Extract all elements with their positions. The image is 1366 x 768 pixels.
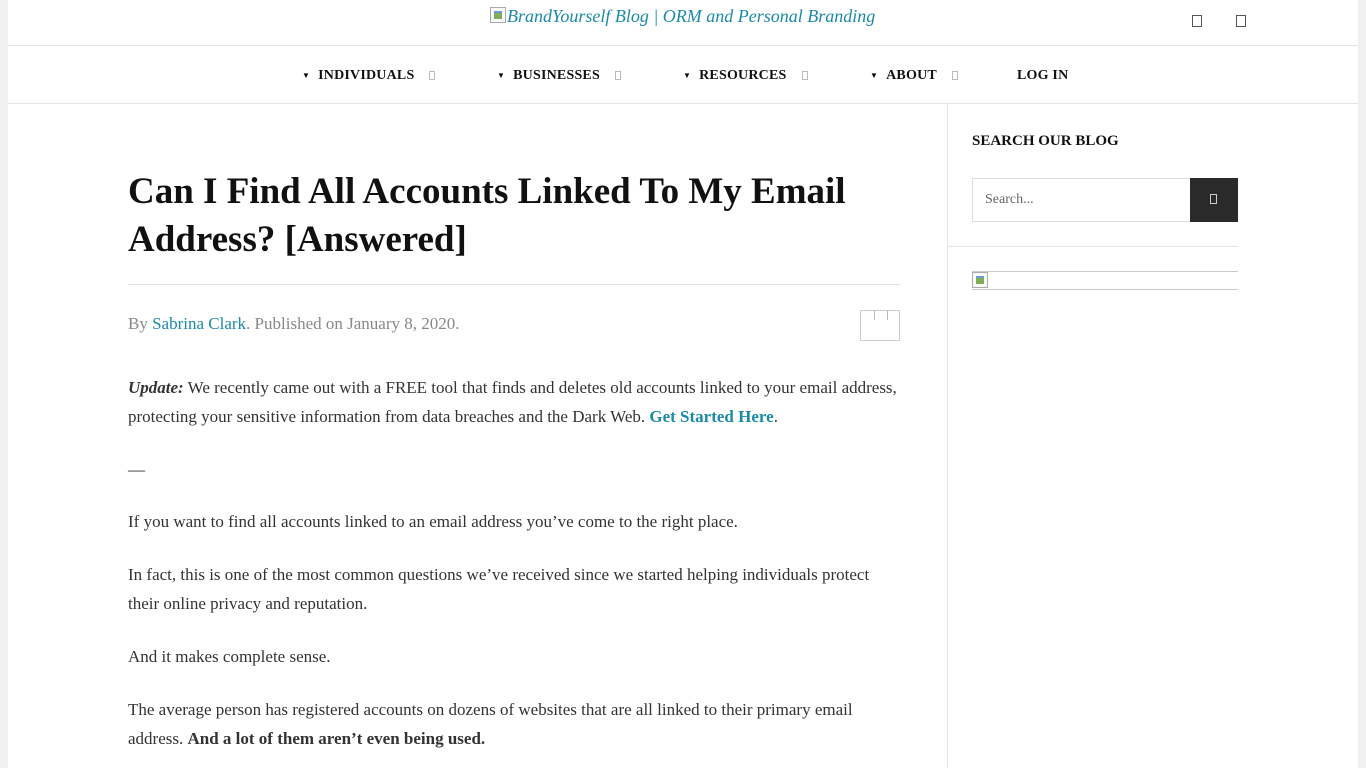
body-paragraph: In fact, this is one of the most common …: [128, 565, 870, 613]
nav-label: LOG IN: [1017, 67, 1069, 83]
body-paragraph: The average person has registered accoun…: [128, 695, 900, 753]
separator-dash: —: [128, 460, 145, 479]
search-input[interactable]: [972, 178, 1191, 222]
nav-item-login[interactable]: LOG IN: [1017, 47, 1068, 104]
sidebar-search-title: SEARCH OUR BLOG: [972, 133, 1119, 149]
update-end: .: [773, 407, 778, 426]
menu-icon[interactable]: [1236, 15, 1246, 27]
broken-image-icon: [490, 6, 506, 23]
paragraph-bold-text: And a lot of them aren’t even being used…: [187, 729, 486, 748]
page: BrandYourself Blog | ORM and Personal Br…: [8, 0, 1358, 768]
divider: [948, 246, 1238, 247]
share-icon[interactable]: [860, 310, 900, 341]
nav-item-individuals[interactable]: ▼ INDIVIDUALS: [302, 47, 436, 104]
search-icon: [1210, 194, 1217, 204]
update-label: Update:: [128, 378, 184, 397]
caret-down-icon: ▼: [683, 71, 692, 80]
nav-label: BUSINESSES: [513, 67, 600, 83]
site-logo[interactable]: BrandYourself Blog | ORM and Personal Br…: [490, 6, 875, 27]
dropdown-icon: [801, 71, 808, 80]
body-paragraph: If you want to find all accounts linked …: [128, 512, 738, 531]
update-text: We recently came out with a FREE tool th…: [128, 378, 897, 426]
caret-down-icon: ▼: [870, 71, 879, 80]
sidebar-divider: [947, 104, 948, 768]
nav-label: INDIVIDUALS: [318, 67, 415, 83]
nav-item-businesses[interactable]: ▼ BUSINESSES: [497, 47, 621, 104]
divider: [128, 284, 900, 285]
byline-prefix: By: [128, 314, 153, 333]
caret-down-icon: ▼: [497, 71, 506, 80]
nav-label: ABOUT: [886, 67, 937, 83]
broken-image-icon: [972, 272, 988, 288]
search-button[interactable]: [1190, 178, 1238, 222]
article-title: Can I Find All Accounts Linked To My Ema…: [128, 171, 846, 260]
author-link[interactable]: Sabrina Clark: [152, 314, 246, 333]
get-started-link[interactable]: Get Started Here: [649, 407, 773, 426]
caret-down-icon: ▼: [302, 71, 311, 80]
main-nav: ▼ INDIVIDUALS ▼ BUSINESSES ▼ RESOURCES ▼…: [8, 47, 1358, 104]
publish-date: . Published on January 8, 2020.: [246, 314, 460, 333]
article-byline: By Sabrina Clark. Published on January 8…: [128, 314, 459, 334]
dropdown-icon: [429, 71, 436, 80]
search-icon[interactable]: [1192, 15, 1202, 27]
logo-alt-text: BrandYourself Blog | ORM and Personal Br…: [507, 6, 876, 26]
nav-item-resources[interactable]: ▼ RESOURCES: [683, 47, 808, 104]
dropdown-icon: [951, 71, 958, 80]
nav-label: RESOURCES: [699, 67, 787, 83]
nav-item-about[interactable]: ▼ ABOUT: [870, 47, 958, 104]
update-paragraph: Update: We recently came out with a FREE…: [128, 373, 900, 431]
sidebar-image[interactable]: [972, 271, 1238, 290]
top-header: BrandYourself Blog | ORM and Personal Br…: [8, 0, 1358, 46]
dropdown-icon: [614, 71, 621, 80]
body-paragraph: And it makes complete sense.: [128, 647, 331, 666]
